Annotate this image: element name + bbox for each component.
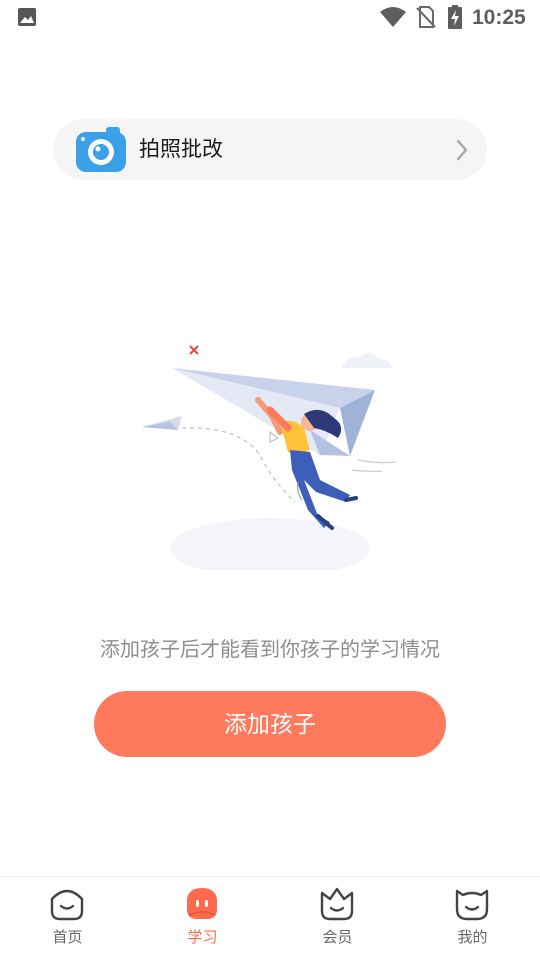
nav-label-home: 首页 bbox=[52, 928, 83, 946]
photo-icon bbox=[18, 8, 36, 26]
chevron-right-icon bbox=[456, 139, 468, 161]
study-face-icon bbox=[187, 888, 217, 919]
battery-charging-icon bbox=[448, 5, 462, 29]
status-time: 10:25 bbox=[472, 6, 526, 29]
wifi-icon bbox=[380, 7, 406, 27]
profile-face-icon bbox=[455, 889, 489, 921]
paper-plane-girl-illustration bbox=[142, 345, 397, 570]
home-face-icon bbox=[50, 889, 84, 921]
status-bar: 10:25 bbox=[0, 0, 540, 36]
nav-item-study[interactable]: 学习 bbox=[135, 877, 270, 960]
photo-correction-card[interactable]: 拍照批改 bbox=[53, 119, 487, 180]
add-child-button[interactable]: 添加孩子 bbox=[94, 691, 446, 757]
nav-label-study: 学习 bbox=[187, 928, 218, 946]
card-label: 拍照批改 bbox=[139, 137, 223, 161]
nav-label-profile: 我的 bbox=[457, 928, 488, 946]
crown-face-icon bbox=[320, 887, 354, 921]
nav-label-membership: 会员 bbox=[322, 928, 353, 946]
camera-icon bbox=[76, 127, 126, 172]
no-sim-icon bbox=[416, 6, 436, 28]
nav-item-membership[interactable]: 会员 bbox=[270, 877, 405, 960]
nav-item-profile[interactable]: 我的 bbox=[405, 877, 540, 960]
bottom-nav: 首页 学习 会员 我的 bbox=[0, 876, 540, 960]
empty-state-hint: 添加孩子后才能看到你孩子的学习情况 bbox=[100, 637, 440, 661]
nav-item-home[interactable]: 首页 bbox=[0, 877, 135, 960]
